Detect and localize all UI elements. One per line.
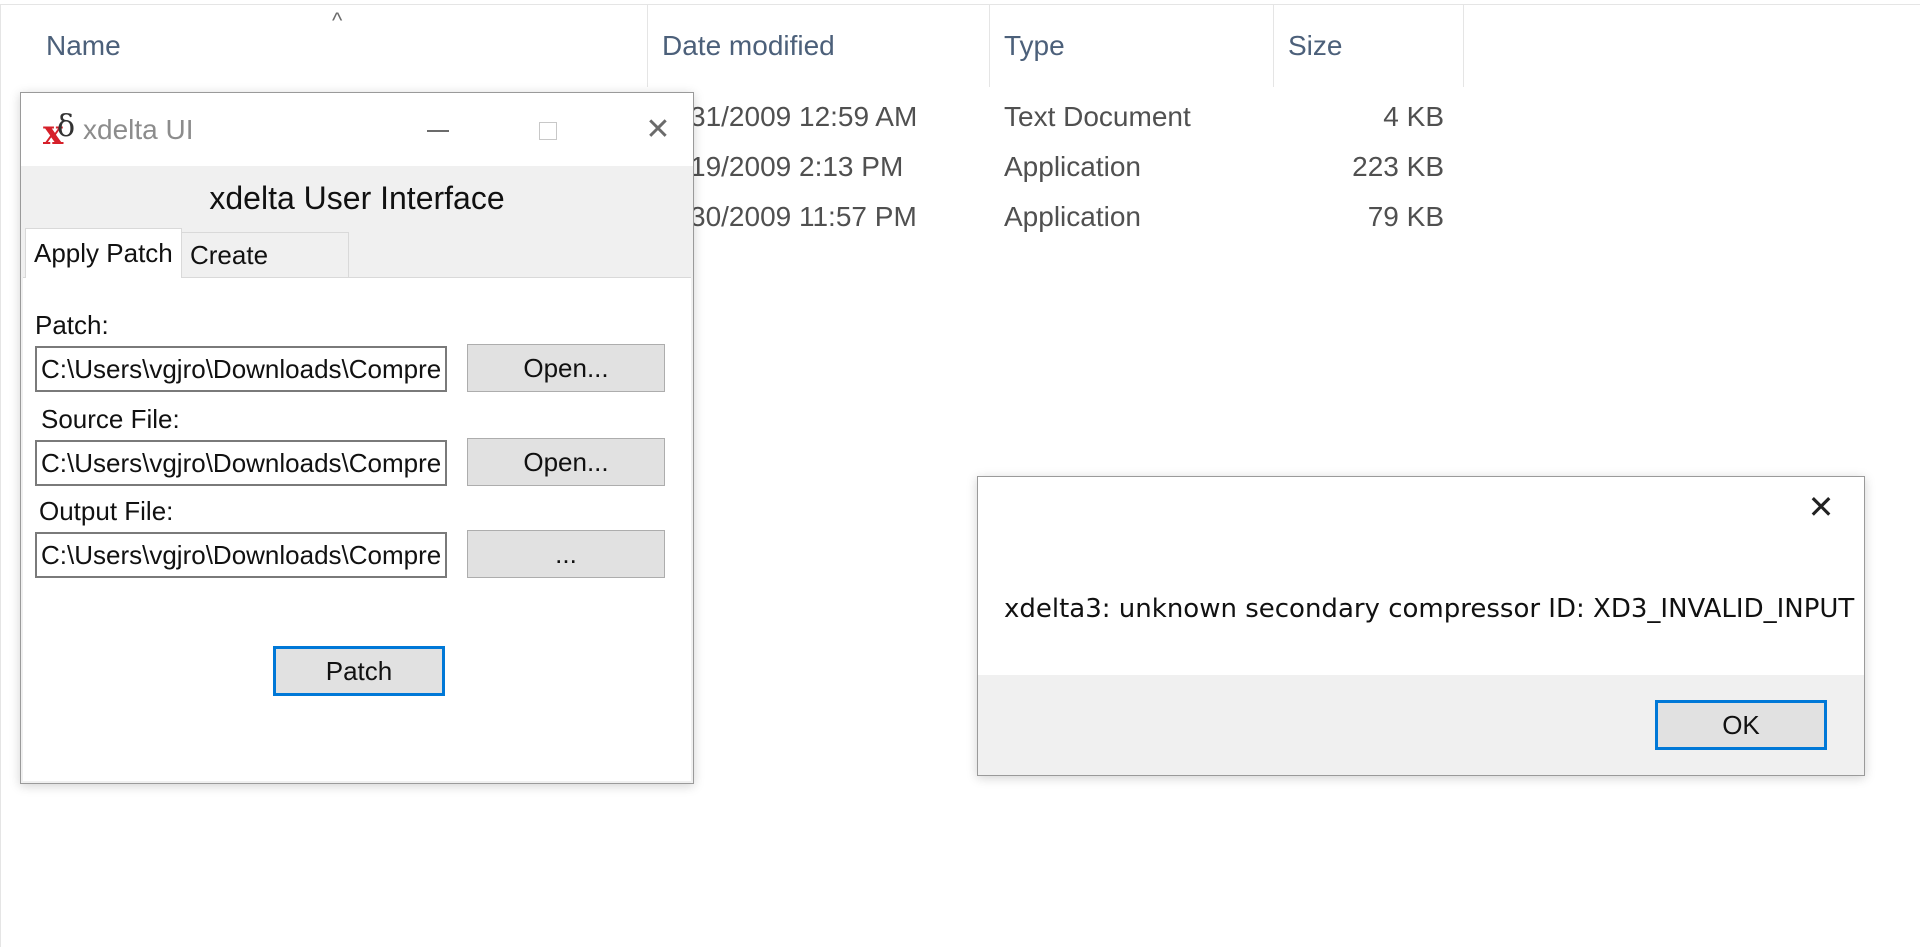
patch-button[interactable]: Patch bbox=[273, 646, 445, 696]
tab-create-patch[interactable]: Create Patch bbox=[181, 232, 349, 314]
xdelta-logo-icon: x δ bbox=[43, 109, 83, 153]
output-browse-button[interactable]: ... bbox=[467, 530, 665, 578]
xdelta-client-area: xdelta User Interface Apply Patch Create… bbox=[21, 166, 693, 783]
close-icon: ✕ bbox=[645, 113, 671, 146]
file-size: 223 KB bbox=[1352, 151, 1444, 182]
tab-apply-patch[interactable]: Apply Patch bbox=[25, 228, 182, 278]
output-file-label: Output File: bbox=[39, 496, 174, 526]
patch-open-button[interactable]: Open... bbox=[467, 344, 665, 392]
patch-path-input[interactable]: C:\Users\vgjro\Downloads\Compre bbox=[35, 346, 447, 392]
column-header-name[interactable]: Name bbox=[32, 5, 648, 87]
source-open-button[interactable]: Open... bbox=[467, 438, 665, 486]
file-date-modified: 31/2009 12:59 AM bbox=[690, 101, 918, 132]
file-date-modified: 30/2009 11:57 PM bbox=[690, 201, 917, 232]
dialog-close-button[interactable]: ✕ bbox=[1778, 477, 1864, 537]
output-file-input[interactable]: C:\Users\vgjro\Downloads\Compre bbox=[35, 532, 447, 578]
minimize-button[interactable] bbox=[393, 93, 483, 166]
error-message: xdelta3: unknown secondary compressor ID… bbox=[1004, 594, 1855, 624]
close-button[interactable]: ✕ bbox=[613, 93, 703, 166]
error-dialog: ✕ xdelta3: unknown secondary compressor … bbox=[977, 476, 1865, 776]
dialog-button-bar: OK bbox=[978, 675, 1864, 775]
app-heading: xdelta User Interface bbox=[209, 180, 505, 216]
window-title: xdelta UI bbox=[83, 114, 194, 145]
file-type: Application bbox=[1004, 151, 1141, 182]
maximize-button[interactable] bbox=[503, 93, 593, 166]
close-icon: ✕ bbox=[1807, 489, 1835, 525]
patch-label: Patch: bbox=[35, 310, 109, 340]
source-file-label: Source File: bbox=[41, 404, 180, 434]
xdelta-window: x δ xdelta UI ✕ xdelta User Interface Ap… bbox=[20, 92, 694, 784]
maximize-icon bbox=[539, 122, 557, 141]
file-date-modified: 19/2009 2:13 PM bbox=[690, 151, 904, 182]
minimize-icon bbox=[427, 130, 449, 133]
column-header-date-modified[interactable]: Date modified bbox=[648, 5, 990, 87]
column-header-size[interactable]: Size bbox=[1274, 5, 1464, 87]
column-header-type[interactable]: Type bbox=[990, 5, 1274, 87]
apply-patch-panel: Patch: C:\Users\vgjro\Downloads\Compre O… bbox=[23, 277, 691, 781]
file-size: 79 KB bbox=[1367, 201, 1444, 232]
logo-delta-glyph: δ bbox=[57, 109, 76, 144]
ok-button[interactable]: OK bbox=[1655, 700, 1827, 750]
source-file-input[interactable]: C:\Users\vgjro\Downloads\Compre bbox=[35, 440, 447, 486]
file-type: Application bbox=[1004, 201, 1141, 232]
file-type: Text Document bbox=[1004, 101, 1191, 132]
xdelta-titlebar[interactable]: x δ xdelta UI ✕ bbox=[21, 93, 693, 166]
file-size: 4 KB bbox=[1383, 101, 1444, 132]
